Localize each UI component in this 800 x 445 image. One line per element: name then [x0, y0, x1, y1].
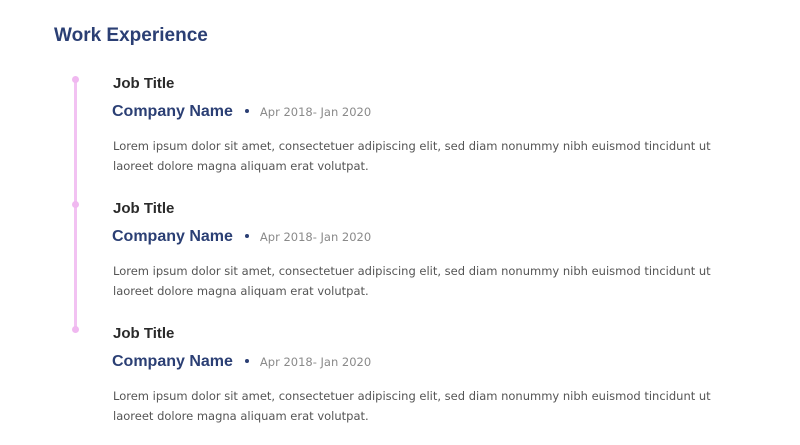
separator-dot-icon: [244, 109, 249, 113]
job-description: Lorem ipsum dolor sit amet, consectetuer…: [113, 389, 711, 423]
job-title: Job Title: [113, 75, 175, 92]
employment-dates: Apr 2018- Jan 2020: [259, 230, 372, 244]
employment-dates: Apr 2018- Jan 2020: [259, 355, 372, 369]
company-row: Company Name Apr 2018- Jan 2020: [112, 352, 371, 372]
separator-dot-icon: [244, 234, 249, 238]
company-row: Company Name Apr 2018- Jan 2020: [112, 227, 371, 247]
timeline-dot: [72, 326, 79, 333]
timeline-dot: [72, 76, 79, 83]
company-name: Company Name: [112, 353, 233, 370]
job-title: Job Title: [113, 200, 175, 217]
job-description: Lorem ipsum dolor sit amet, consectetuer…: [113, 139, 711, 173]
employment-dates: Apr 2018- Jan 2020: [259, 105, 372, 119]
job-title: Job Title: [113, 325, 175, 342]
section-title: Work Experience: [54, 25, 208, 46]
work-experience-section: Work Experience Job Title Company Name A…: [0, 0, 800, 445]
company-name: Company Name: [112, 103, 233, 120]
separator-dot-icon: [244, 359, 249, 363]
timeline-dot: [72, 201, 79, 208]
company-name: Company Name: [112, 228, 233, 245]
job-description: Lorem ipsum dolor sit amet, consectetuer…: [113, 264, 711, 298]
company-row: Company Name Apr 2018- Jan 2020: [112, 102, 371, 122]
